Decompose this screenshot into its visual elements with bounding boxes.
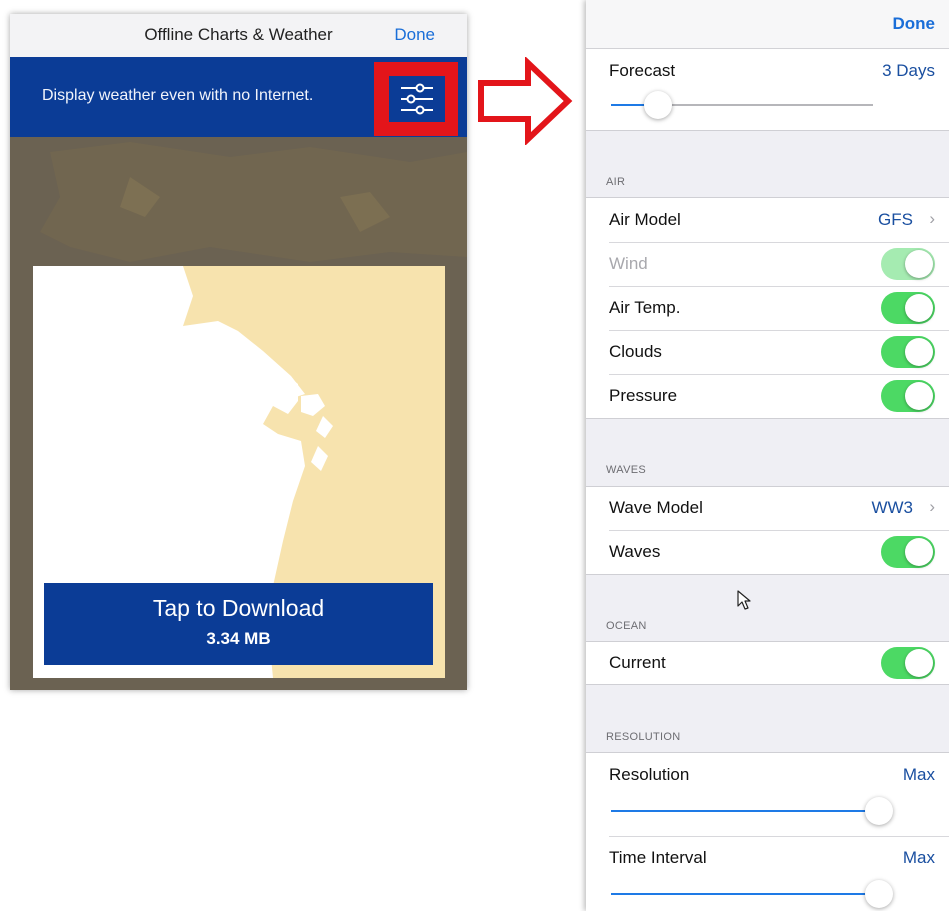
separator [609,286,949,287]
download-title: Tap to Download [152,595,325,621]
resolution-slider-thumb[interactable] [865,797,893,825]
section-waves: WAVES [606,464,647,476]
download-size: 3.34 MB [206,629,271,648]
wind-label: Wind [609,254,648,273]
resolution-value: Max [902,765,935,784]
chevron-right-icon: › [929,497,935,516]
waves-toggle[interactable] [881,536,935,568]
air-model-value[interactable]: GFS [878,210,913,230]
wind-toggle[interactable] [881,248,935,280]
current-toggle[interactable] [881,647,935,679]
resolution-label: Resolution [609,765,690,784]
pressure-toggle[interactable] [881,380,935,412]
chevron-right-icon: › [929,209,935,228]
forecast-label: Forecast [609,61,676,80]
pressure-label: Pressure [609,386,678,405]
air-temp-label: Air Temp. [609,298,681,317]
tap-to-download-button[interactable]: Tap to Download 3.34 MB [44,583,433,665]
section-resolution: RESOLUTION [606,731,681,743]
section-ocean: OCEAN [606,620,647,632]
settings-done-button[interactable]: Done [893,14,936,34]
section-air: AIR [606,176,626,188]
settings-nav-bar: Done [586,0,949,49]
separator [609,836,949,837]
mouse-cursor-icon [737,590,751,610]
separator [586,418,949,419]
clouds-label: Clouds [609,342,662,361]
sliders-icon[interactable] [389,76,445,122]
air-model-label: Air Model [609,210,681,229]
air-temp-toggle[interactable] [881,292,935,324]
forecast-slider-thumb[interactable] [644,91,672,119]
separator [586,130,949,131]
weather-settings-panel: Done Forecast 3 Days AIR Air Model GFS ›… [586,0,949,911]
resolution-slider-fill [611,810,881,812]
nav-bar: Offline Charts & Weather Done [10,14,467,58]
separator [609,330,949,331]
banner-text: Display weather even with no Internet. [42,87,314,104]
forecast-value: 3 Days [882,61,935,80]
time-interval-label: Time Interval [609,848,707,867]
time-interval-value: Max [902,848,935,867]
wave-model-label: Wave Model [609,498,703,517]
separator [586,684,949,685]
separator [609,530,949,531]
current-label: Current [609,653,666,672]
separator [609,374,949,375]
separator [586,574,949,575]
right-arrow-icon [478,57,573,145]
wave-model-value[interactable]: WW3 [871,498,913,518]
time-interval-slider-thumb[interactable] [865,880,893,908]
clouds-toggle[interactable] [881,336,935,368]
waves-label: Waves [609,542,661,561]
done-button[interactable]: Done [394,25,435,45]
separator [609,242,949,243]
time-interval-slider-fill [611,893,881,895]
